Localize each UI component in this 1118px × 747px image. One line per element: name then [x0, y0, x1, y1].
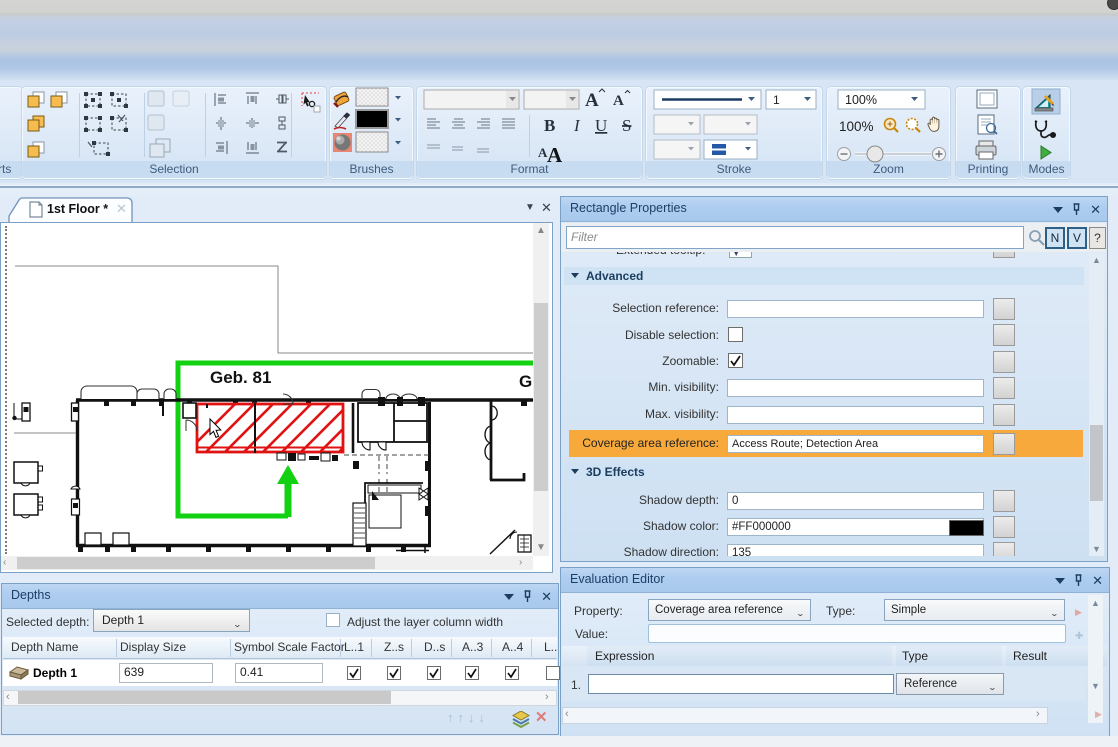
svg-text:1: 1 [773, 93, 780, 107]
svg-text:Geb. 81: Geb. 81 [210, 368, 271, 387]
svg-text:S: S [622, 116, 631, 135]
svg-text:G: G [519, 372, 532, 391]
svg-text:A: A [613, 93, 624, 109]
svg-text:100%: 100% [845, 93, 877, 107]
svg-text:U: U [595, 116, 607, 135]
svg-text:B: B [544, 116, 555, 135]
svg-text:I: I [573, 116, 581, 135]
svg-text:100%: 100% [839, 119, 874, 134]
svg-text:A: A [585, 90, 599, 111]
svg-text:A: A [547, 143, 563, 167]
